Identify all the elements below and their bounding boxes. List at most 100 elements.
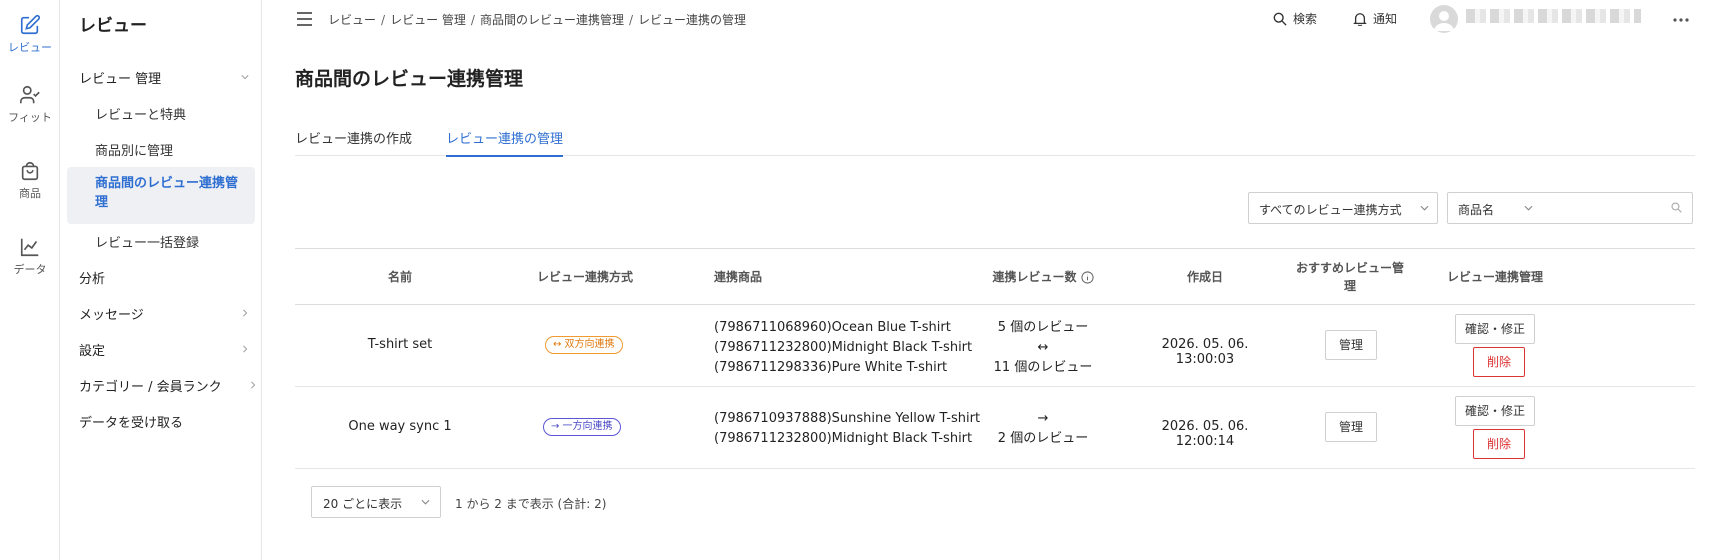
linked-products: (7986711068960)Ocean Blue T-shirt (79867… [714,318,972,378]
breadcrumb-item[interactable]: レビュー [328,13,376,27]
col-name: 名前 [387,270,412,284]
sidenav-title: レビュー [79,16,147,36]
select-value: 商品名 [1458,203,1495,217]
rail-label: レビュー [8,41,52,54]
chevron-right-icon [243,309,248,317]
delete-button[interactable]: 削除 [1473,429,1525,459]
count-line: 5 個のレビュー [997,320,1089,335]
notification-button[interactable]: 通知 [1353,10,1397,27]
count-line: 11 個のレビュー [993,360,1093,375]
more-options-icon[interactable] [1673,12,1689,28]
avatar[interactable] [1430,5,1458,33]
count-line: → [1037,411,1049,426]
product-line: (7986711298336)Pure White T-shirt [714,360,948,375]
nav-settings[interactable]: 設定 [79,340,251,359]
chevron-down-icon [1524,205,1533,211]
table-row: T-shirt set ↔ 双方向連携 (7986711068960)Ocean… [295,305,1695,387]
rail-item-data[interactable]: データ [0,236,60,277]
count-line: ↔ [1037,340,1049,355]
col-created: 作成日 [1186,270,1223,284]
count-line: 2 個のレビュー [997,431,1089,446]
product-line: (7986711232800)Midnight Black T-shirt [714,431,973,446]
edit-button[interactable]: 確認・修正 [1455,396,1535,426]
nav-review-manage[interactable]: レビュー 管理 [79,68,251,87]
info-icon[interactable] [1080,271,1094,284]
nav-sub-by-product[interactable]: 商品別に管理 [95,140,245,159]
linked-review-count: → 2 個のレビュー [953,409,1133,449]
breadcrumb-item-current: レビュー連携の管理 [638,13,747,27]
nav-sub-cross-product-active[interactable]: 商品間のレビュー連携管理 [67,167,255,224]
bell-icon [1353,12,1367,26]
shopping-bag-icon [21,161,39,181]
search-button[interactable]: 検索 [1273,10,1317,27]
breadcrumb-item[interactable]: レビュー 管理 [390,13,466,27]
chevron-right-icon [243,345,248,353]
nav-label: レビュー 管理 [79,72,162,87]
col-products: 連携商品 [714,270,763,284]
user-name-redacted[interactable] [1466,9,1641,23]
delete-button[interactable]: 削除 [1473,347,1525,377]
nav-receive-data[interactable]: データを受け取る [79,412,251,431]
rail-item-product[interactable]: 商品 [0,160,60,201]
search-label: 検索 [1293,12,1318,26]
chevron-down-icon [1420,205,1429,211]
table-row: One way sync 1 → 一方向連携 (7986710937888)Su… [295,387,1695,469]
table-header: 名前 レビュー連携方式 連携商品 連携レビュー数 作成日 おすすめレビュー管理 … [295,248,1695,305]
method-badge-two-way: ↔ 双方向連携 [545,336,623,354]
search-icon [1273,12,1287,26]
user-icon [1434,11,1454,31]
product-line: (7986711232800)Midnight Black T-shirt [714,340,973,355]
hamburger-menu-icon[interactable] [296,12,313,26]
side-nav: レビュー レビュー 管理 レビューと特典 商品別に管理 商品間のレビュー連携管理… [60,0,262,560]
page-size-select[interactable]: 20 ごとに表示 [311,486,441,518]
page-title: 商品間のレビュー連携管理 [295,68,524,90]
select-value: すべてのレビュー連携方式 [1259,203,1402,217]
tab-create[interactable]: レビュー連携の作成 [295,128,412,155]
tab-bar: レビュー連携の作成 レビュー連携の管理 [295,120,1695,157]
method-badge-one-way: → 一方向連携 [543,418,621,436]
product-line: (7986711068960)Ocean Blue T-shirt [714,320,951,335]
created-date: 2026. 05. 06. 13:00:03 [1161,337,1249,367]
nav-messages[interactable]: メッセージ [79,304,251,323]
recommend-manage-button[interactable]: 管理 [1325,412,1377,442]
search-input[interactable] [1541,192,1693,224]
search-field-select[interactable]: 商品名 [1447,192,1542,224]
col-method: レビュー連携方式 [536,270,633,284]
chevron-down-icon [421,499,430,505]
rail-item-review[interactable]: レビュー [0,14,60,55]
top-bar: レビュー / レビュー 管理 / 商品間のレビュー連携管理 / レビュー連携の管理 検索 通… [263,0,1710,40]
rail-label: データ [13,263,47,276]
row-name: One way sync 1 [348,419,452,434]
row-name: T-shirt set [367,337,433,352]
edit-icon [20,14,41,35]
nav-label: データを受け取る [79,416,184,431]
rail-label: 商品 [19,187,41,200]
recommend-manage-button[interactable]: 管理 [1325,330,1377,360]
nav-label: 商品間のレビュー連携管理 [95,176,239,210]
chevron-right-icon [251,381,256,389]
nav-sub-bulk-register[interactable]: レビュー一括登録 [95,232,245,251]
tab-manage[interactable]: レビュー連携の管理 [446,128,564,157]
edit-button[interactable]: 確認・修正 [1455,314,1535,344]
breadcrumb-item[interactable]: 商品間のレビュー連携管理 [480,13,624,27]
nav-sub-review-benefit[interactable]: レビューと特典 [95,104,245,123]
product-line: (7986710937888)Sunshine Yellow T-shirt [714,411,981,426]
nav-label: メッセージ [79,308,144,323]
nav-label: カテゴリー / 会員ランク [79,380,222,395]
col-manage: レビュー連携管理 [1446,270,1543,284]
linked-products: (7986710937888)Sunshine Yellow T-shirt (… [714,409,980,449]
user-check-icon [20,85,40,104]
rail-label: フィット [8,111,52,124]
col-count: 連携レビュー数 [983,268,1103,286]
col-recommend: おすすめレビュー管理 [1295,261,1404,293]
icon-rail: レビュー フィット 商品 データ [0,0,60,560]
nav-label: 設定 [79,344,106,359]
nav-label: 分析 [79,272,106,287]
nav-category[interactable]: カテゴリー / 会員ランク [79,376,256,395]
rail-item-fit[interactable]: フィット [0,84,60,125]
notify-label: 通知 [1373,12,1398,26]
pagination-info: 1 から 2 まで表示 (合計: 2) [455,497,607,511]
nav-analysis[interactable]: 分析 [79,268,251,287]
method-filter-select[interactable]: すべてのレビュー連携方式 [1248,192,1438,224]
line-chart-icon [20,238,39,257]
